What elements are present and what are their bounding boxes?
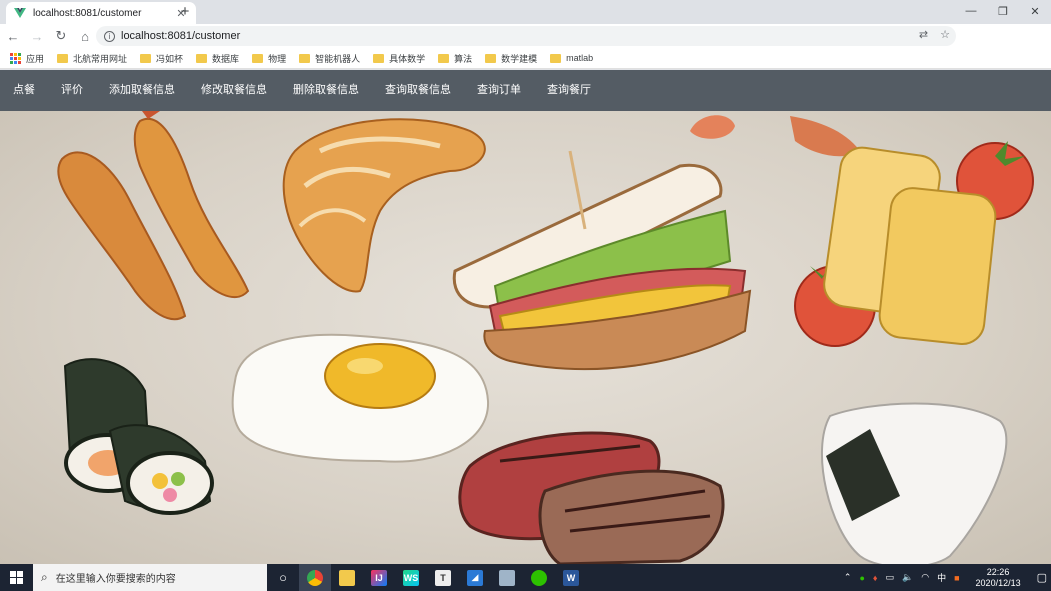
clock-date: 2020/12/13 — [975, 577, 1021, 588]
nav-item-query-restaurants[interactable]: 查询餐厅 — [534, 70, 604, 111]
wechat-tray-icon[interactable]: ● — [859, 573, 864, 583]
windows-taskbar: ⌕ 在这里输入你要搜索的内容 ○ IJ WS T ◢ W ⌃ ● ♦ ▭ 🔈 ◠… — [0, 564, 1051, 591]
tab-title: localhost:8081/customer — [33, 7, 142, 19]
file-explorer-taskbar-icon[interactable] — [331, 564, 363, 591]
system-tray: ⌃ ● ♦ ▭ 🔈 ◠ 中 ■ 22:26 2020/12/13 ▢ — [840, 564, 1051, 591]
folder-icon — [299, 53, 311, 63]
croissant — [282, 118, 486, 293]
folder-icon — [196, 53, 208, 63]
app-tray-icon[interactable]: ♦ — [873, 573, 878, 583]
bookmark-folder[interactable]: 智能机器人 — [299, 52, 360, 65]
apps-grid-icon — [10, 52, 21, 64]
nav-item-add-pickup[interactable]: 添加取餐信息 — [96, 70, 188, 111]
bookmark-label: 具体数学 — [389, 53, 426, 64]
folder-icon — [373, 53, 385, 63]
bookmark-folder[interactable]: 冯如杯 — [140, 52, 183, 65]
nav-item-order[interactable]: 点餐 — [0, 70, 48, 111]
food-illustration-background — [0, 111, 1051, 564]
ime-icon[interactable]: 中 — [937, 571, 946, 584]
notification-center-icon[interactable]: ▢ — [1037, 571, 1047, 584]
bookmark-folder[interactable]: 数学建模 — [485, 52, 537, 65]
folder-icon — [438, 53, 450, 63]
folder-icon — [57, 53, 69, 63]
bookmark-label: 物理 — [268, 53, 287, 64]
back-arrow-icon[interactable]: ← — [2, 25, 24, 47]
onigiri — [821, 402, 1008, 564]
vscode-taskbar-icon[interactable]: ◢ — [459, 564, 491, 591]
bookmark-label: 算法 — [454, 53, 473, 64]
bookmark-label: 北航常用网址 — [73, 53, 128, 64]
url-text[interactable]: localhost:8081/customer — [121, 30, 240, 42]
food-illustration — [57, 111, 1034, 564]
search-icon: ⌕ — [41, 570, 48, 584]
fried-egg — [231, 333, 490, 463]
bookmark-apps[interactable]: 应用 — [10, 52, 44, 65]
photos-taskbar-icon[interactable] — [491, 564, 523, 591]
minimize-icon[interactable]: — — [955, 0, 987, 22]
folder-icon — [140, 53, 152, 63]
bookmark-folder[interactable]: 数据库 — [196, 52, 239, 65]
close-window-icon[interactable]: ✕ — [1019, 0, 1051, 22]
bookmark-label: 智能机器人 — [315, 53, 361, 64]
nav-item-delete-pickup[interactable]: 删除取餐信息 — [280, 70, 372, 111]
forward-arrow-icon[interactable]: → — [26, 25, 48, 47]
battery-icon[interactable]: ▭ — [886, 572, 895, 583]
address-bar[interactable]: i localhost:8081/customer ⇄ ☆ — [96, 26, 956, 46]
word-taskbar-icon[interactable]: W — [555, 564, 587, 591]
volume-icon[interactable]: 🔈 — [902, 572, 913, 583]
folder-icon — [252, 53, 264, 63]
bookmark-star-icon[interactable]: ☆ — [940, 28, 950, 41]
vue-logo-icon — [14, 8, 26, 18]
sandwich — [452, 150, 752, 370]
browser-tab[interactable]: localhost:8081/customer ✕ — [6, 2, 196, 24]
fried-shrimp — [57, 111, 250, 321]
cortana-icon[interactable]: ○ — [267, 564, 299, 591]
new-tab-button[interactable]: + — [176, 3, 194, 20]
site-info-icon[interactable]: i — [104, 30, 115, 42]
windows-logo-icon — [10, 571, 23, 584]
browser-toolbar: ← → ↻ ⌂ i localhost:8081/customer ⇄ ☆ ▣ … — [0, 24, 1051, 67]
bookmark-label: 应用 — [26, 53, 45, 64]
typora-taskbar-icon[interactable]: T — [427, 564, 459, 591]
clock-time: 22:26 — [986, 566, 1010, 577]
steak — [458, 431, 725, 564]
browser-tabstrip: localhost:8081/customer ✕ + — ❐ ✕ — [0, 0, 1051, 24]
home-icon[interactable]: ⌂ — [74, 25, 96, 47]
bookmark-folder[interactable]: 算法 — [438, 52, 472, 65]
webstorm-taskbar-icon[interactable]: WS — [395, 564, 427, 591]
nav-item-query-pickup[interactable]: 查询取餐信息 — [372, 70, 464, 111]
sushi-rolls — [63, 358, 214, 515]
bookmark-label: 冯如杯 — [156, 53, 184, 64]
nav-item-query-orders[interactable]: 查询订单 — [464, 70, 534, 111]
folder-icon — [550, 53, 562, 63]
bookmark-label: matlab — [566, 53, 594, 63]
bookmark-folder[interactable]: 北航常用网址 — [57, 52, 127, 65]
window-controls: — ❐ ✕ — [955, 0, 1051, 22]
sogou-tray-icon[interactable]: ■ — [954, 573, 959, 583]
bookmark-label: 数学建模 — [501, 53, 538, 64]
bookmarks-bar: 应用 北航常用网址 冯如杯 数据库 物理 智能机器人 具体数学 算法 数学建模 … — [0, 48, 1051, 69]
maximize-icon[interactable]: ❐ — [987, 0, 1019, 22]
nav-item-review[interactable]: 评价 — [48, 70, 96, 111]
bookmark-folder[interactable]: matlab — [550, 53, 593, 63]
taskbar-clock[interactable]: 22:26 2020/12/13 — [972, 567, 1025, 589]
bookmark-folder[interactable]: 具体数学 — [373, 52, 425, 65]
reload-icon[interactable]: ↻ — [50, 25, 72, 47]
chrome-taskbar-icon[interactable] — [299, 564, 331, 591]
intellij-taskbar-icon[interactable]: IJ — [363, 564, 395, 591]
bookmark-label: 数据库 — [212, 53, 240, 64]
bookmark-folder[interactable]: 物理 — [252, 52, 286, 65]
app-menu-bar: 点餐 评价 添加取餐信息 修改取餐信息 删除取餐信息 查询取餐信息 查询订单 查… — [0, 70, 1051, 111]
translate-icon[interactable]: ⇄ — [919, 28, 928, 41]
windows-start-button[interactable] — [0, 564, 33, 591]
show-hidden-icons-icon[interactable]: ⌃ — [844, 572, 852, 583]
wifi-icon[interactable]: ◠ — [921, 572, 929, 583]
folder-icon — [485, 53, 497, 63]
search-placeholder: 在这里输入你要搜索的内容 — [55, 574, 176, 585]
wechat-taskbar-icon[interactable] — [523, 564, 555, 591]
taskbar-search-box[interactable]: ⌕ 在这里输入你要搜索的内容 — [33, 564, 267, 591]
nav-item-edit-pickup[interactable]: 修改取餐信息 — [188, 70, 280, 111]
